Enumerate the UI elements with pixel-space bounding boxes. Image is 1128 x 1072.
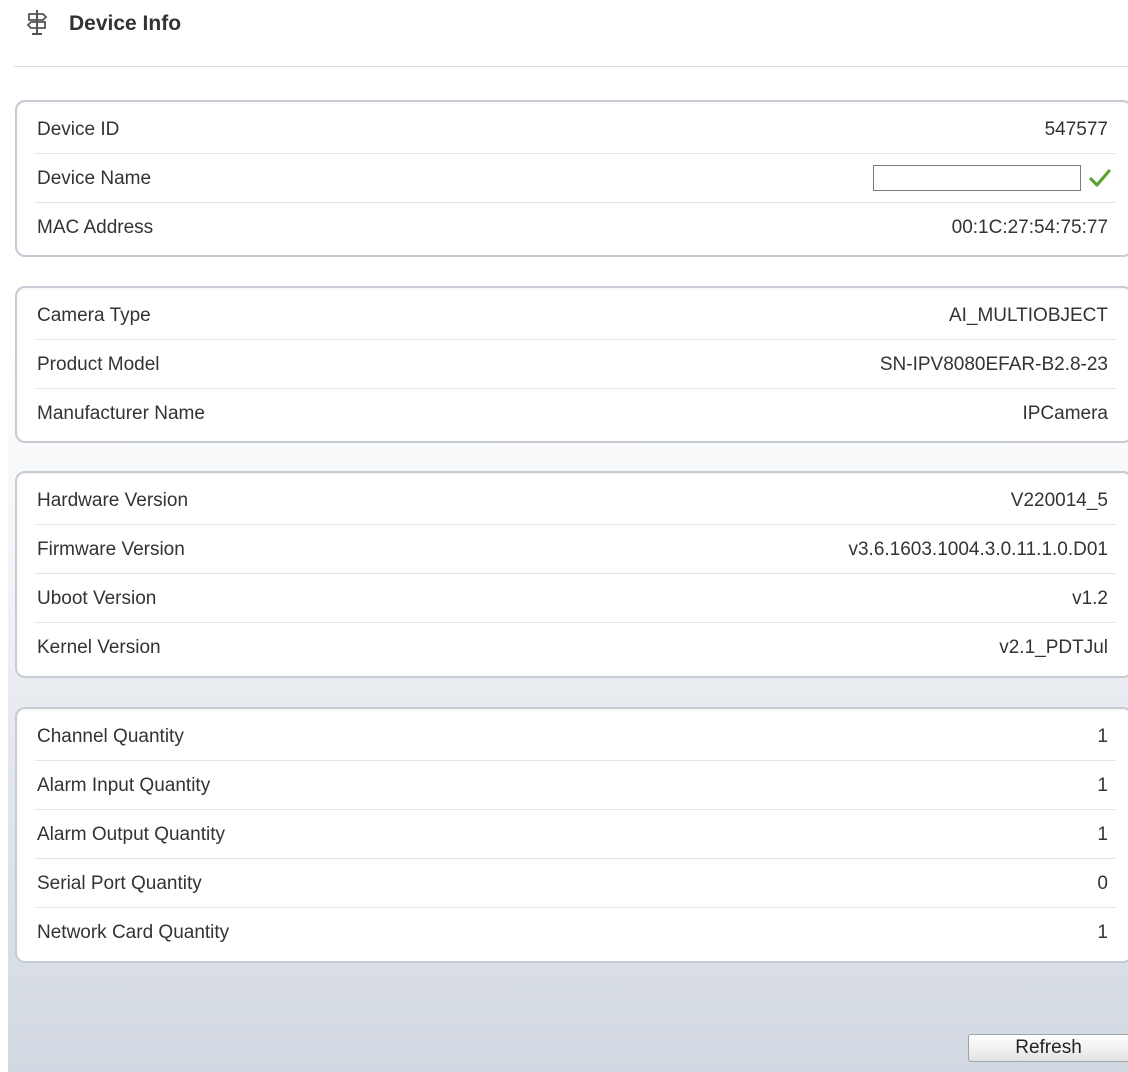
network-card-quantity-label: Network Card Quantity bbox=[37, 922, 230, 943]
firmware-version-value: v3.6.1603.1004.3.0.11.1.0.D01 bbox=[848, 539, 1108, 560]
alarm-input-quantity-row: Alarm Input Quantity 1 bbox=[35, 761, 1116, 810]
manufacturer-name-row: Manufacturer Name IPCamera bbox=[35, 389, 1116, 438]
serial-port-quantity-value: 0 bbox=[1097, 873, 1108, 894]
uboot-version-label: Uboot Version bbox=[37, 588, 157, 609]
channel-quantity-label: Channel Quantity bbox=[37, 726, 184, 747]
mac-address-value: 00:1C:27:54:75:77 bbox=[951, 217, 1108, 238]
mac-address-row: MAC Address 00:1C:27:54:75:77 bbox=[35, 203, 1116, 252]
alarm-input-quantity-label: Alarm Input Quantity bbox=[37, 775, 211, 796]
quantity-info-group: Channel Quantity 1 Alarm Input Quantity … bbox=[15, 707, 1128, 963]
serial-port-quantity-label: Serial Port Quantity bbox=[37, 873, 202, 894]
version-info-group: Hardware Version V220014_5 Firmware Vers… bbox=[15, 471, 1128, 678]
page-title: Device Info bbox=[69, 12, 182, 35]
channel-quantity-value: 1 bbox=[1097, 726, 1108, 747]
kernel-version-label: Kernel Version bbox=[37, 637, 161, 658]
hardware-version-row: Hardware Version V220014_5 bbox=[35, 476, 1116, 525]
device-identity-group: Device ID 547577 Device Name MAC Address… bbox=[15, 100, 1128, 257]
refresh-button[interactable]: Refresh bbox=[968, 1034, 1128, 1062]
hardware-version-label: Hardware Version bbox=[37, 490, 189, 511]
product-model-row: Product Model SN-IPV8080EFAR-B2.8-23 bbox=[35, 340, 1116, 389]
network-card-quantity-row: Network Card Quantity 1 bbox=[35, 908, 1116, 957]
device-id-label: Device ID bbox=[37, 119, 120, 140]
page-header: Device Info bbox=[0, 0, 1128, 66]
device-name-input[interactable] bbox=[873, 165, 1081, 191]
alarm-output-quantity-value: 1 bbox=[1097, 824, 1108, 845]
alarm-output-quantity-label: Alarm Output Quantity bbox=[37, 824, 225, 845]
kernel-version-value: v2.1_PDTJul bbox=[999, 637, 1108, 658]
hardware-version-value: V220014_5 bbox=[1010, 490, 1108, 511]
channel-quantity-row: Channel Quantity 1 bbox=[35, 712, 1116, 761]
device-name-label: Device Name bbox=[37, 168, 152, 189]
mac-address-label: MAC Address bbox=[37, 217, 154, 238]
device-id-value: 547577 bbox=[1044, 119, 1108, 140]
device-name-row: Device Name bbox=[35, 154, 1116, 203]
camera-type-label: Camera Type bbox=[37, 305, 151, 326]
network-card-quantity-value: 1 bbox=[1097, 922, 1108, 943]
product-model-value: SN-IPV8080EFAR-B2.8-23 bbox=[879, 354, 1108, 375]
camera-type-value: AI_MULTIOBJECT bbox=[948, 305, 1108, 326]
manufacturer-name-label: Manufacturer Name bbox=[37, 403, 205, 424]
camera-type-row: Camera Type AI_MULTIOBJECT bbox=[35, 291, 1116, 340]
serial-port-quantity-row: Serial Port Quantity 0 bbox=[35, 859, 1116, 908]
firmware-version-row: Firmware Version v3.6.1603.1004.3.0.11.1… bbox=[35, 525, 1116, 574]
device-id-row: Device ID 547577 bbox=[35, 105, 1116, 154]
signpost-icon bbox=[26, 10, 48, 35]
uboot-version-row: Uboot Version v1.2 bbox=[35, 574, 1116, 623]
firmware-version-label: Firmware Version bbox=[37, 539, 185, 560]
kernel-version-row: Kernel Version v2.1_PDTJul bbox=[35, 623, 1116, 672]
checkmark-icon[interactable] bbox=[1088, 167, 1112, 189]
product-model-label: Product Model bbox=[37, 354, 160, 375]
product-info-group: Camera Type AI_MULTIOBJECT Product Model… bbox=[15, 286, 1128, 443]
manufacturer-name-value: IPCamera bbox=[1022, 403, 1108, 424]
uboot-version-value: v1.2 bbox=[1072, 588, 1108, 609]
alarm-output-quantity-row: Alarm Output Quantity 1 bbox=[35, 810, 1116, 859]
alarm-input-quantity-value: 1 bbox=[1097, 775, 1108, 796]
